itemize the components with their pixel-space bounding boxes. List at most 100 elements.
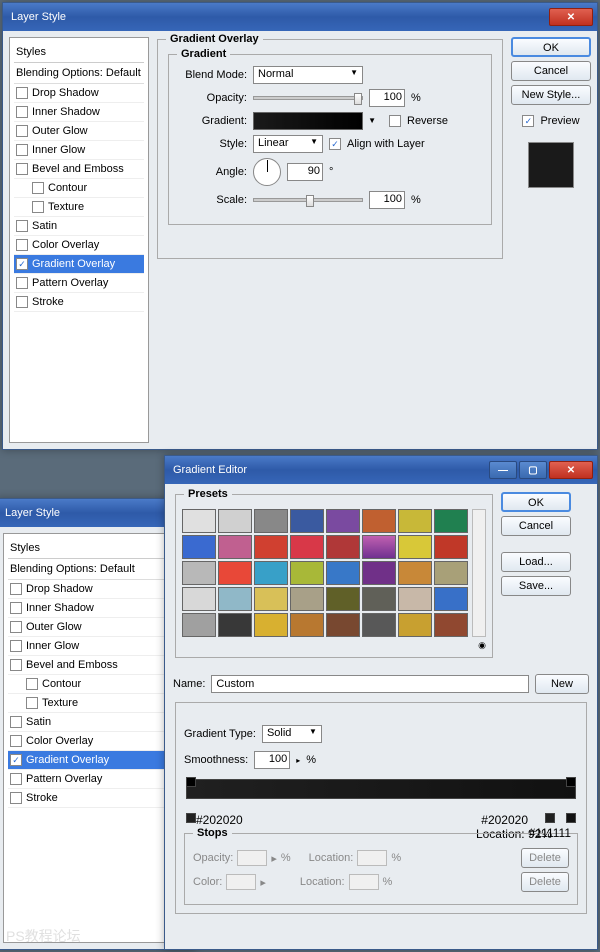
- gradient-swatch[interactable]: [253, 112, 363, 130]
- preset-swatch[interactable]: [254, 587, 288, 611]
- checkbox[interactable]: [10, 640, 22, 652]
- checkbox[interactable]: [16, 220, 28, 232]
- preset-swatch[interactable]: [362, 561, 396, 585]
- opacity-slider[interactable]: [253, 96, 363, 100]
- save-button[interactable]: Save...: [501, 576, 571, 596]
- preset-swatch[interactable]: [290, 587, 324, 611]
- gradient-bar[interactable]: #202020 #202020 Location: 92%: [186, 779, 576, 825]
- new-button[interactable]: New: [535, 674, 589, 694]
- checkbox[interactable]: [10, 792, 22, 804]
- preset-swatch[interactable]: [434, 587, 468, 611]
- preset-swatch[interactable]: [218, 561, 252, 585]
- preset-swatch[interactable]: [398, 561, 432, 585]
- checkbox[interactable]: ✓: [16, 258, 28, 270]
- preset-swatch[interactable]: [434, 613, 468, 637]
- style-item-satin[interactable]: Satin: [14, 217, 144, 236]
- style-item-color-overlay[interactable]: Color Overlay: [8, 732, 166, 751]
- preset-swatch[interactable]: [434, 561, 468, 585]
- load-button[interactable]: Load...: [501, 552, 571, 572]
- preset-swatch[interactable]: [218, 535, 252, 559]
- preset-swatch[interactable]: [254, 613, 288, 637]
- preset-swatch[interactable]: [362, 509, 396, 533]
- preset-swatch[interactable]: [398, 535, 432, 559]
- style-item-contour[interactable]: Contour: [14, 179, 144, 198]
- checkbox[interactable]: [10, 659, 22, 671]
- preset-swatch[interactable]: [290, 509, 324, 533]
- ok-button[interactable]: OK: [511, 37, 591, 57]
- preset-swatch[interactable]: [254, 509, 288, 533]
- preset-swatch[interactable]: [326, 509, 360, 533]
- style-item-satin[interactable]: Satin: [8, 713, 166, 732]
- checkbox[interactable]: [10, 621, 22, 633]
- preset-swatch[interactable]: [218, 613, 252, 637]
- style-item-drop-shadow[interactable]: Drop Shadow: [8, 580, 166, 599]
- styles-header[interactable]: Styles: [8, 538, 166, 559]
- style-item-pattern-overlay[interactable]: Pattern Overlay: [8, 770, 166, 789]
- checkbox[interactable]: [16, 144, 28, 156]
- scale-slider[interactable]: [253, 198, 363, 202]
- checkbox[interactable]: [32, 182, 44, 194]
- cancel-button[interactable]: Cancel: [511, 61, 591, 81]
- checkbox[interactable]: [16, 277, 28, 289]
- preset-swatch[interactable]: [182, 613, 216, 637]
- preset-swatch[interactable]: [362, 587, 396, 611]
- style-item-inner-glow[interactable]: Inner Glow: [8, 637, 166, 656]
- style-item-inner-shadow[interactable]: Inner Shadow: [8, 599, 166, 618]
- stop-location-input[interactable]: [357, 850, 387, 866]
- blend-mode-select[interactable]: Normal: [253, 66, 363, 84]
- preset-swatch[interactable]: [326, 587, 360, 611]
- close-icon[interactable]: ✕: [549, 8, 593, 26]
- style-item-inner-shadow[interactable]: Inner Shadow: [14, 103, 144, 122]
- ok-button[interactable]: OK: [501, 492, 571, 512]
- align-checkbox[interactable]: ✓: [329, 138, 341, 150]
- minimize-icon[interactable]: —: [489, 461, 517, 479]
- style-item-inner-glow[interactable]: Inner Glow: [14, 141, 144, 160]
- checkbox[interactable]: [10, 716, 22, 728]
- angle-dial[interactable]: [253, 158, 281, 186]
- titlebar[interactable]: Layer Style ✕: [3, 3, 597, 31]
- preset-swatch[interactable]: [218, 587, 252, 611]
- preset-swatch[interactable]: [434, 535, 468, 559]
- style-item-drop-shadow[interactable]: Drop Shadow: [14, 84, 144, 103]
- checkbox[interactable]: [16, 239, 28, 251]
- stop-location2-input[interactable]: [349, 874, 379, 890]
- checkbox[interactable]: [16, 125, 28, 137]
- maximize-icon[interactable]: ▢: [519, 461, 547, 479]
- style-item-texture[interactable]: Texture: [14, 198, 144, 217]
- cancel-button[interactable]: Cancel: [501, 516, 571, 536]
- styles-header[interactable]: Styles: [14, 42, 144, 63]
- preset-swatch[interactable]: [254, 535, 288, 559]
- preset-swatch[interactable]: [398, 587, 432, 611]
- style-item-gradient-overlay[interactable]: ✓Gradient Overlay: [8, 751, 166, 770]
- opacity-input[interactable]: 100: [369, 89, 405, 107]
- blending-options[interactable]: Blending Options: Default: [8, 559, 166, 580]
- preset-swatch[interactable]: [218, 509, 252, 533]
- delete-button[interactable]: Delete: [521, 848, 569, 868]
- style-item-stroke[interactable]: Stroke: [14, 293, 144, 312]
- stop-opacity-input[interactable]: [237, 850, 267, 866]
- new-style-button[interactable]: New Style...: [511, 85, 591, 105]
- style-item-bevel-and-emboss[interactable]: Bevel and Emboss: [8, 656, 166, 675]
- style-item-contour[interactable]: Contour: [8, 675, 166, 694]
- checkbox[interactable]: [26, 678, 38, 690]
- smooth-input[interactable]: 100: [254, 751, 290, 769]
- preset-swatch[interactable]: [434, 509, 468, 533]
- checkbox[interactable]: [16, 163, 28, 175]
- titlebar[interactable]: Gradient Editor — ▢ ✕: [165, 456, 597, 484]
- checkbox[interactable]: [10, 773, 22, 785]
- checkbox[interactable]: [16, 87, 28, 99]
- style-item-outer-glow[interactable]: Outer Glow: [14, 122, 144, 141]
- close-icon[interactable]: ✕: [549, 461, 593, 479]
- type-select[interactable]: Solid: [262, 725, 322, 743]
- checkbox[interactable]: [10, 583, 22, 595]
- style-item-stroke[interactable]: Stroke: [8, 789, 166, 808]
- preset-swatch[interactable]: [398, 509, 432, 533]
- checkbox[interactable]: [10, 735, 22, 747]
- style-item-pattern-overlay[interactable]: Pattern Overlay: [14, 274, 144, 293]
- style-item-texture[interactable]: Texture: [8, 694, 166, 713]
- checkbox[interactable]: [10, 602, 22, 614]
- preset-swatch[interactable]: [290, 561, 324, 585]
- preset-swatch[interactable]: [398, 613, 432, 637]
- stop-color-swatch[interactable]: [226, 874, 256, 890]
- preset-swatch[interactable]: [254, 561, 288, 585]
